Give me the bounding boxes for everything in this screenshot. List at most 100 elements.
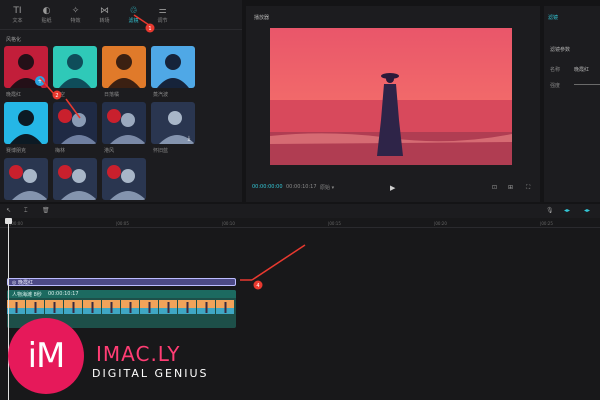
video-preview[interactable] — [270, 28, 512, 165]
current-time: 00:00:00:00 — [252, 184, 283, 190]
watermark-brand: IMAC.LY — [96, 342, 181, 366]
tab-stickers-label: 贴纸 — [41, 17, 52, 24]
portrait-muted-thumbnail-6 — [102, 158, 146, 200]
imacly-logo: iM — [8, 318, 84, 394]
ruler-tick: |00:25 — [540, 221, 553, 226]
filter-clip-label: ◎ 晚霞红 — [12, 280, 33, 286]
filter-thumb-1[interactable]: + — [4, 46, 48, 88]
filter-category-label: 风格化 — [6, 37, 22, 43]
filmstrip-figure — [167, 302, 170, 313]
filmstrip-figure — [129, 302, 132, 313]
portrait-cyan-thumbnail — [4, 102, 48, 144]
filter-label-5: 赛博朋克 — [6, 148, 27, 154]
filter-thumb-2[interactable] — [53, 46, 97, 88]
tab-effects[interactable]: ✧ 特效 — [62, 0, 89, 30]
filter-label-6: 梅林 — [55, 148, 66, 154]
filmstrip-figure — [148, 302, 151, 313]
sparkle-icon: ✧ — [71, 5, 80, 16]
sliders-icon: ⚌ — [158, 5, 167, 16]
tab-transitions[interactable]: ⋈ 转场 — [91, 0, 118, 30]
microphone-icon[interactable]: 🎙 — [546, 207, 554, 214]
filmstrip-figure — [34, 302, 37, 313]
svg-text:+: + — [37, 78, 42, 85]
player-title: 播放器 — [254, 15, 270, 21]
transition-icon: ⋈ — [100, 5, 109, 16]
portrait-muted-thumbnail-4 — [4, 158, 48, 200]
cursor-icon[interactable]: ↖ — [6, 207, 11, 214]
filter-thumb-10[interactable] — [53, 158, 97, 200]
filmstrip-figure — [72, 302, 75, 313]
tab-stickers[interactable]: ◐ 贴纸 — [33, 0, 60, 30]
speed-icon[interactable]: ⊡ — [492, 184, 497, 191]
filmstrip-figure — [15, 302, 18, 313]
filter-library-panel: 风格化 + 晚霞红 晴空 日落橘 蒸汽波 赛博朋克 梅林 港风 ⤓ 怀旧蓝 — [0, 30, 242, 202]
portrait-muted-thumbnail-5 — [53, 158, 97, 200]
tab-text-label: 文本 — [12, 17, 23, 24]
filter-label-3: 日落橘 — [104, 92, 120, 98]
logo-letters: iM — [27, 336, 66, 376]
portrait-muted-thumbnail-3: ⤓ — [151, 102, 195, 144]
filter-label-4: 蒸汽波 — [153, 92, 169, 98]
filter-label-8: 怀旧蓝 — [153, 148, 169, 154]
svg-text:⤓: ⤓ — [188, 135, 191, 142]
playhead-handle[interactable] — [5, 218, 12, 224]
filmstrip-figure — [53, 302, 56, 313]
filter-params-heading: 滤镜参数 — [550, 47, 571, 53]
filmstrip-figure — [186, 302, 189, 313]
portrait-red-thumbnail: + — [4, 46, 48, 88]
intensity-label: 强度 — [550, 83, 561, 89]
video-clip-name: 人物海滩 8秒 — [12, 292, 42, 298]
portrait-muted-thumbnail-1 — [53, 102, 97, 144]
timeline-panel: ↖ ⌶ 🗑 🎙 ◂▸ ◂▸ |00:00 |00:05 |00:10 |00:1… — [0, 204, 600, 400]
tab-adjust-label: 调节 — [157, 17, 168, 24]
link-toggle-icon[interactable]: ◂▸ — [564, 207, 570, 214]
tab-adjust[interactable]: ⚌ 调节 — [149, 0, 176, 30]
portrait-muted-thumbnail-2 — [102, 102, 146, 144]
portrait-teal-thumbnail — [53, 46, 97, 88]
sticker-icon: ◐ — [42, 5, 51, 16]
filter-clip[interactable] — [7, 278, 236, 286]
playhead[interactable] — [8, 218, 9, 400]
portrait-orange-thumbnail — [102, 46, 146, 88]
text-icon: TI — [13, 5, 22, 16]
intensity-slider[interactable] — [574, 84, 600, 85]
screenshot-icon[interactable]: ⊞ — [508, 184, 513, 191]
beach-sunset-preview — [270, 28, 512, 165]
aspect-ratio-dropdown[interactable]: 原始 ▾ — [320, 184, 334, 191]
timeline-ruler[interactable]: |00:00 |00:05 |00:10 |00:15 |00:20 |00:2… — [0, 218, 600, 228]
ruler-tick: |00:15 — [328, 221, 341, 226]
tab-effects-label: 特效 — [70, 17, 81, 24]
app-window: TI 文本 ◐ 贴纸 ✧ 特效 ⋈ 转场 ♲ 滤镜 ⚌ 调节 风格化 + 晚霞红… — [0, 0, 600, 400]
filter-label-7: 港风 — [104, 148, 115, 154]
filter-thumb-5[interactable] — [4, 102, 48, 144]
filter-thumb-9[interactable] — [4, 158, 48, 200]
ruler-tick: |00:05 — [116, 221, 129, 226]
tab-text[interactable]: TI 文本 — [4, 0, 31, 30]
snap-toggle-icon[interactable]: ◂▸ — [584, 207, 590, 214]
tab-filter-properties[interactable]: 滤镜 — [548, 14, 558, 21]
fullscreen-icon[interactable]: ⛶ — [526, 184, 530, 192]
delete-icon[interactable]: 🗑 — [42, 207, 50, 214]
filmstrip-figure — [110, 302, 113, 313]
filmstrip-figure — [91, 302, 94, 313]
play-icon[interactable]: ▶ — [390, 184, 395, 192]
filter-thumb-3[interactable] — [102, 46, 146, 88]
tab-filters[interactable]: ♲ 滤镜 — [120, 0, 147, 30]
ruler-tick: |00:20 — [434, 221, 447, 226]
tab-filters-label: 滤镜 — [128, 17, 139, 24]
filter-thumb-7[interactable] — [102, 102, 146, 144]
filter-label-2: 晴空 — [55, 92, 66, 98]
split-icon[interactable]: ⌶ — [24, 207, 28, 215]
filmstrip-figure — [224, 302, 227, 313]
media-toolbar: TI 文本 ◐ 贴纸 ✧ 特效 ⋈ 转场 ♲ 滤镜 ⚌ 调节 — [0, 0, 242, 30]
filter-name-value: 晚霞红 — [574, 67, 590, 73]
total-time: 00:00:10:17 — [286, 184, 317, 190]
filter-thumb-6[interactable] — [53, 102, 97, 144]
filter-thumb-4[interactable] — [151, 46, 195, 88]
filter-label-1: 晚霞红 — [6, 92, 22, 98]
portrait-blue-thumbnail — [151, 46, 195, 88]
filter-name-label: 名称 — [550, 67, 561, 73]
filter-thumb-11[interactable] — [102, 158, 146, 200]
properties-panel: 滤镜 滤镜参数 名称 晚霞红 强度 — [544, 6, 600, 202]
filter-thumb-8[interactable]: ⤓ — [151, 102, 195, 144]
